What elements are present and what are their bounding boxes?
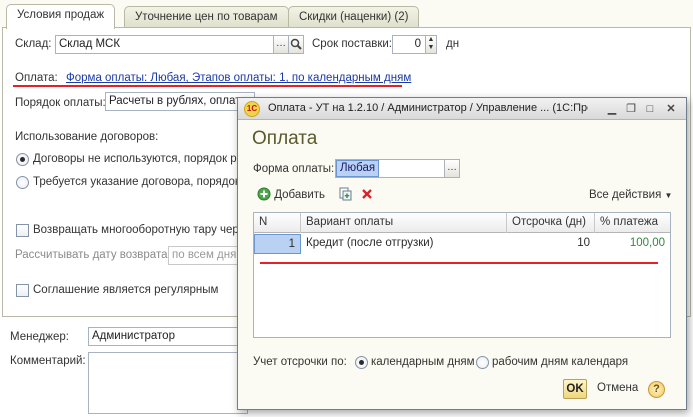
comment-label: Комментарий: (10, 355, 86, 367)
add-label: Добавить (274, 189, 326, 201)
column-header-n[interactable]: N (254, 213, 301, 233)
tab-sales-terms[interactable]: Условия продаж (6, 4, 116, 29)
delay-cell[interactable]: 10 (507, 234, 595, 254)
all-actions-menu[interactable]: Все действия ▼ (586, 185, 675, 205)
variant-cell[interactable]: Кредит (после отгрузки) (301, 234, 507, 254)
delay-accounting-label: Учет отсрочки по: (253, 356, 347, 368)
return-tare-label: Возвращать многооборотную тару чере (33, 224, 246, 236)
payment-form-value: Любая (336, 160, 380, 177)
highlight-underline (13, 85, 402, 87)
column-header-variant[interactable]: Вариант оплаты (301, 213, 507, 233)
tab-discounts[interactable]: Скидки (наценки) (2) (288, 6, 420, 28)
help-icon[interactable]: ? (648, 381, 665, 398)
cancel-button[interactable]: Отмена (597, 382, 638, 394)
window-title: Оплата - УТ на 1.2.10 / Администратор / … (268, 102, 588, 114)
return-tare-checkbox[interactable] (16, 224, 29, 237)
dialog-titlebar[interactable]: 1С Оплата - УТ на 1.2.10 / Администратор… (238, 98, 686, 120)
dropdown-icon[interactable]: … (273, 35, 289, 54)
tab-label: Скидки (наценки) (2) (299, 11, 409, 23)
manager-field[interactable]: Администратор (88, 327, 248, 346)
tab-price-clarification[interactable]: Уточнение цен по товарам (124, 6, 289, 28)
payment-form-field[interactable]: Любая (335, 159, 445, 178)
calendar-days-label: календарным дням (371, 356, 475, 368)
table-header: N Вариант оплаты Отсрочка (дн) % платежа (254, 213, 670, 233)
payment-link[interactable]: Форма оплаты: Любая, Этапов оплаты: 1, п… (66, 72, 411, 84)
payment-table: N Вариант оплаты Отсрочка (дн) % платежа… (253, 212, 671, 338)
warehouse-label: Склад: (15, 38, 52, 50)
manager-label: Менеджер: (10, 331, 69, 343)
contracts-option-2-label: Требуется указание договора, порядок (33, 176, 240, 188)
calendar-days-radio[interactable] (355, 356, 368, 369)
all-actions-label: Все действия (589, 189, 662, 201)
highlight-underline (260, 262, 658, 264)
delivery-term-label: Срок поставки: (312, 38, 392, 50)
delivery-term-field[interactable]: 0 (392, 35, 426, 54)
delivery-unit: дн (446, 38, 460, 50)
dialog-heading: Оплата (252, 128, 318, 149)
1c-logo-icon: 1С (244, 101, 260, 117)
payment-label: Оплата: (15, 72, 58, 84)
maximize-icon[interactable]: □ (643, 102, 657, 116)
plus-circle-icon (257, 187, 271, 201)
delete-icon (362, 189, 372, 199)
contracts-option-2-radio[interactable] (16, 176, 29, 189)
contracts-option-1-radio[interactable] (16, 153, 29, 166)
copy-button[interactable] (335, 185, 355, 205)
dropdown-icon[interactable]: … (444, 159, 460, 178)
close-icon[interactable]: ✕ (664, 102, 678, 116)
column-header-percent[interactable]: % платежа (595, 213, 670, 233)
comment-field[interactable] (88, 352, 248, 414)
search-icon[interactable] (288, 35, 304, 54)
tab-strip: Условия продаж Уточнение цен по товарам … (0, 0, 693, 29)
table-row[interactable]: 1 Кредит (после отгрузки) 10 100,00 (254, 234, 670, 254)
payment-dialog: 1С Оплата - УТ на 1.2.10 / Администратор… (237, 97, 687, 410)
working-days-label: рабочим дням календаря (492, 356, 629, 368)
add-button[interactable]: Добавить (254, 185, 328, 205)
copy-icon (339, 187, 352, 201)
regular-agreement-checkbox[interactable] (16, 284, 29, 297)
contracts-heading: Использование договоров: (15, 131, 159, 143)
return-date-label: Рассчитывать дату возврата: (15, 249, 171, 261)
tab-label: Уточнение цен по товарам (135, 11, 278, 23)
spin-stepper[interactable]: ▲ ▼ (425, 35, 437, 54)
contracts-option-1-label: Договоры не используются, порядок ра (33, 153, 244, 165)
warehouse-field[interactable]: Склад МСК (55, 35, 275, 54)
restore-icon[interactable]: ❐ (624, 102, 638, 116)
ok-button[interactable]: OK (563, 379, 587, 399)
payment-form-label: Форма оплаты: (253, 163, 335, 175)
payment-order-field[interactable]: Расчеты в рублях, оплата (105, 92, 255, 111)
delete-button[interactable] (358, 185, 378, 205)
chevron-down-icon: ▼ (664, 191, 673, 200)
tab-label: Условия продаж (17, 9, 105, 21)
regular-agreement-label: Соглашение является регулярным (33, 284, 219, 296)
percent-cell[interactable]: 100,00 (595, 234, 670, 254)
payment-order-label: Порядок оплаты: (15, 97, 106, 109)
column-header-delay[interactable]: Отсрочка (дн) (507, 213, 595, 233)
minimize-icon[interactable]: ▁ (605, 102, 619, 116)
row-number-cell[interactable]: 1 (254, 234, 301, 254)
working-days-radio[interactable] (476, 356, 489, 369)
